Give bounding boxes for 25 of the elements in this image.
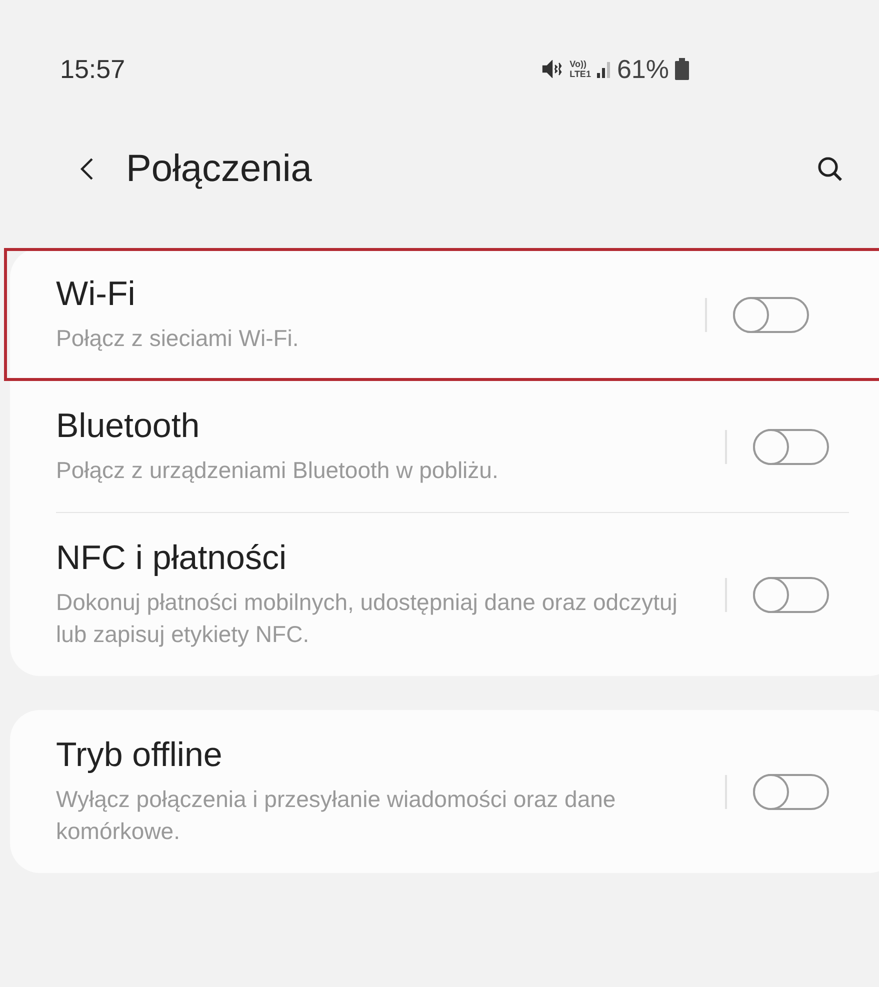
toggle-switch[interactable] (753, 774, 829, 810)
back-icon[interactable] (80, 157, 94, 181)
battery-percent: 61% (616, 54, 669, 84)
setting-title: NFC i płatności (56, 539, 288, 578)
toggle-switch[interactable] (753, 428, 829, 464)
battery-icon (675, 58, 689, 80)
setting-title: Bluetooth (56, 407, 201, 446)
setting-row[interactable]: NFC i płatności Dokonuj płatności mobilnych, udostępniaj dane oraz odczytuj lub zapisuj etykiety NFC. (10, 513, 879, 676)
setting-row[interactable]: Bluetooth Połącz z urządzeniami Bluetooth w pobliżu. (10, 381, 879, 512)
toggle-switch[interactable] (733, 296, 809, 332)
mute-icon (542, 60, 564, 78)
setting-description: Połącz z sieciami Wi-Fi. (56, 324, 300, 353)
toggle-switch[interactable] (753, 576, 829, 612)
signal-icon (596, 60, 611, 78)
highlighted-setting-row[interactable]: Wi-Fi Połącz z sieciami Wi-Fi. (4, 248, 879, 381)
setting-row[interactable]: Tryb offline Wyłącz połączenia i przesyłanie wiadomości oraz dane komórkowe. (10, 710, 879, 873)
setting-description: Wyłącz połączenia i przesyłanie wiadomości oraz dane komórkowe. (56, 785, 617, 846)
status-time: 15:57 (60, 54, 126, 84)
page-title: Połączenia (126, 148, 312, 190)
setting-description: Dokonuj płatności mobilnych, udostępniaj dane oraz odczytuj lub zapisuj etykiety NFC. (56, 588, 678, 649)
setting-title: Wi-Fi (56, 275, 136, 314)
setting-title: Tryb offline (56, 736, 224, 775)
network-label: Vo)) LTE1 (570, 59, 591, 79)
setting-description: Połącz z urządzeniami Bluetooth w pobliżu. (56, 456, 500, 485)
search-icon[interactable] (817, 156, 843, 182)
